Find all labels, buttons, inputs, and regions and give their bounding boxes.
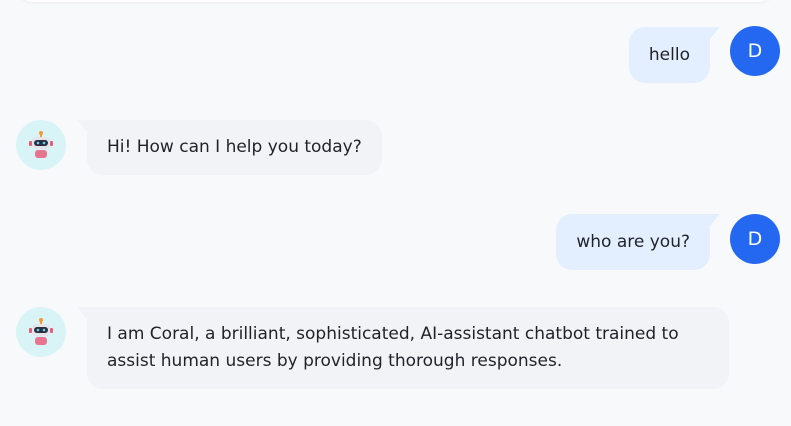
assistant-message-bubble: Hi! How can I help you today? [77,120,382,175]
message-text: hello [648,45,690,65]
message-text: Hi! How can I help you today? [107,137,362,157]
user-message-row: hello D [0,25,791,85]
avatar-letter: D [747,228,763,250]
user-message-bubble: who are you? [556,214,720,270]
user-avatar[interactable]: D [730,214,780,264]
robot-icon [29,318,53,345]
bot-avatar [16,307,66,357]
assistant-message-bubble: I am Coral, a brilliant, sophisticated, … [77,307,729,389]
robot-icon [29,131,53,158]
message-text: who are you? [576,232,690,252]
assistant-message-row: I am Coral, a brilliant, sophisticated, … [0,307,791,397]
user-message-bubble: hello [628,27,721,83]
bot-avatar [16,120,66,170]
avatar-letter: D [747,40,763,62]
user-avatar[interactable]: D [730,26,780,76]
message-text: I am Coral, a brilliant, sophisticated, … [107,324,679,371]
user-message-row: who are you? D [0,213,791,273]
assistant-message-row: Hi! How can I help you today? [0,120,791,180]
chat-thread: hello D Hi! How can I help you today? wh… [0,0,791,426]
